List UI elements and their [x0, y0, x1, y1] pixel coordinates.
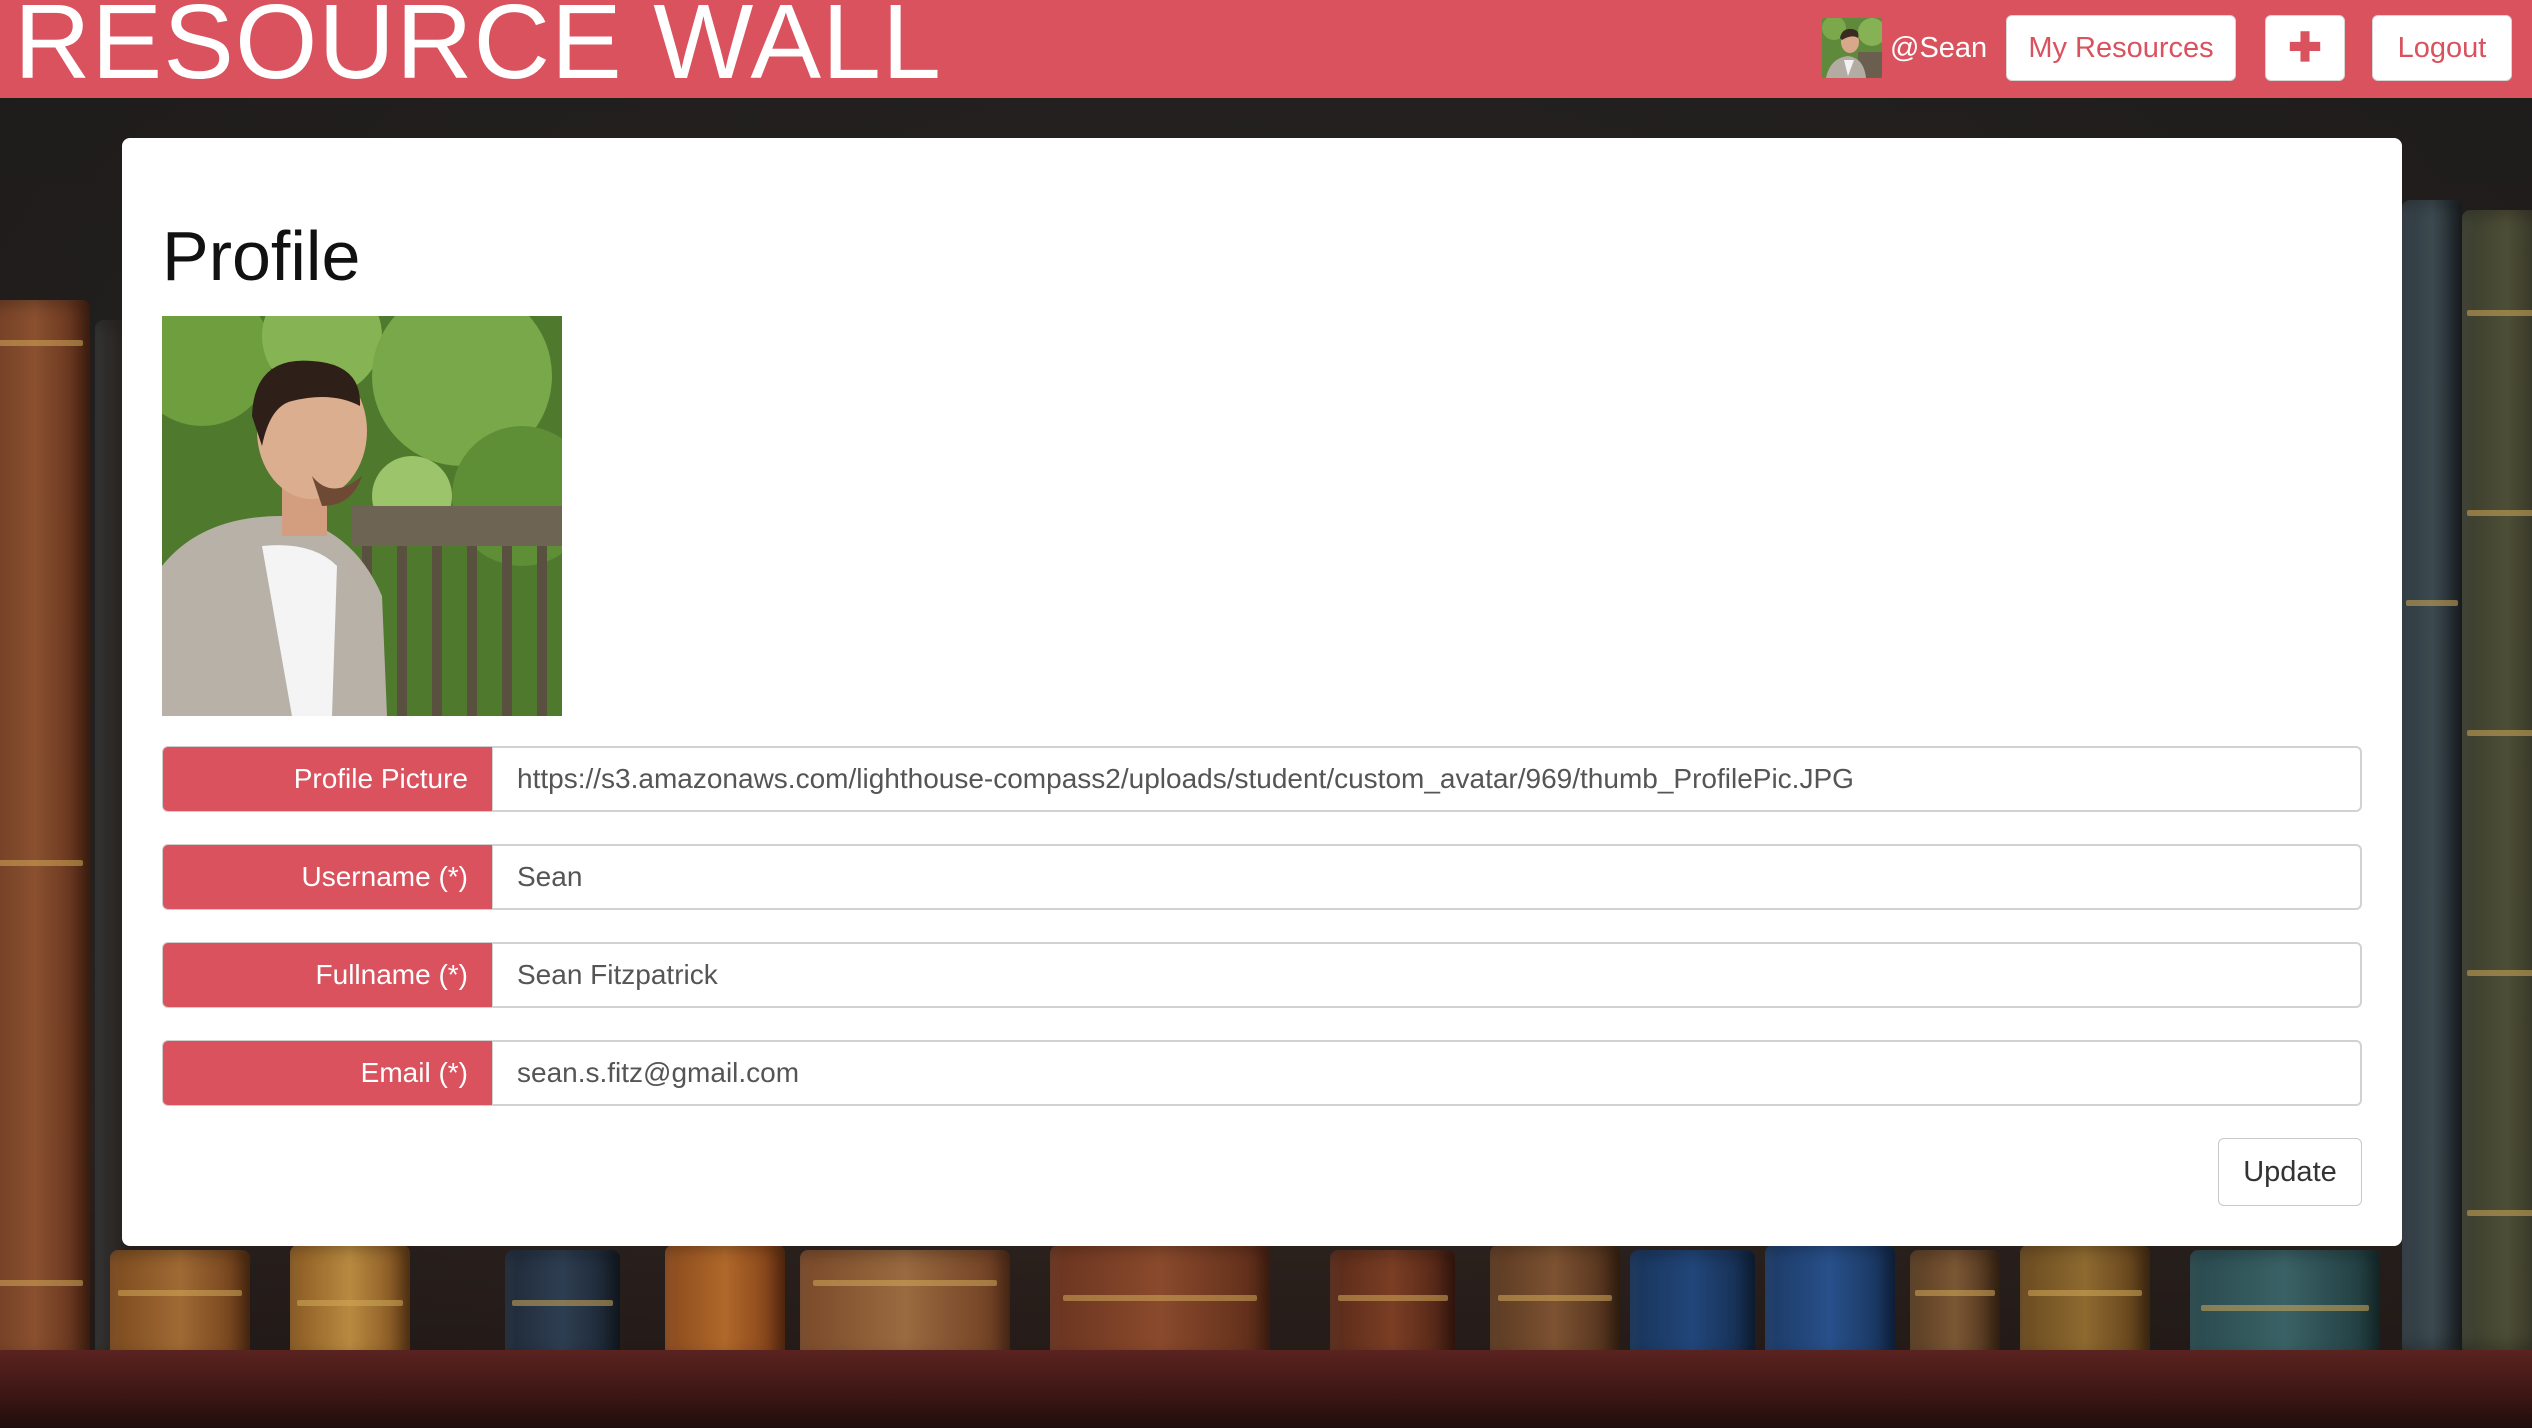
- background-book: [95, 320, 125, 1360]
- background-book: [2190, 1250, 2380, 1360]
- profile-picture-field: Profile Picture: [162, 746, 2362, 812]
- username-input[interactable]: [492, 844, 2362, 910]
- brand-title[interactable]: RESOURCE WALL: [14, 0, 942, 96]
- plus-icon: ✚: [2288, 26, 2322, 70]
- fullname-label: Fullname (*): [162, 942, 492, 1008]
- username-label: Username (*): [162, 844, 492, 910]
- background-book: [2462, 210, 2532, 1350]
- add-resource-button[interactable]: ✚: [2265, 15, 2345, 81]
- background-book: [1050, 1245, 1270, 1360]
- background-book: [505, 1250, 620, 1360]
- email-label: Email (*): [162, 1040, 492, 1106]
- background-book: [1490, 1245, 1620, 1360]
- profile-picture: [162, 316, 562, 716]
- update-button[interactable]: Update: [2218, 1138, 2362, 1206]
- background-book: [800, 1250, 1010, 1360]
- nav-user[interactable]: @Sean: [1822, 18, 1987, 78]
- background-shelf: [0, 1350, 2532, 1428]
- background-book: [1910, 1250, 2000, 1360]
- top-navbar: RESOURCE WALL @Sean My Resources ✚ Logou…: [0, 0, 2532, 98]
- profile-picture-label: Profile Picture: [162, 746, 492, 812]
- background-book: [2020, 1245, 2150, 1360]
- user-avatar[interactable]: [1822, 18, 1882, 78]
- background-book: [665, 1245, 785, 1360]
- email-input[interactable]: [492, 1040, 2362, 1106]
- fullname-field: Fullname (*): [162, 942, 2362, 1008]
- page-title: Profile: [162, 217, 361, 295]
- background-book: [2402, 200, 2462, 1350]
- nav-username[interactable]: @Sean: [1890, 32, 1987, 65]
- background-book: [110, 1250, 250, 1360]
- email-field: Email (*): [162, 1040, 2362, 1106]
- profile-card: Profile Profile Picture Username (*) Ful…: [122, 138, 2402, 1246]
- background-book: [1330, 1250, 1455, 1360]
- background-book: [290, 1245, 410, 1360]
- profile-picture-input[interactable]: [492, 746, 2362, 812]
- background-book: [0, 300, 90, 1360]
- fullname-input[interactable]: [492, 942, 2362, 1008]
- logout-button[interactable]: Logout: [2372, 15, 2512, 81]
- background-book: [1630, 1250, 1755, 1360]
- my-resources-button[interactable]: My Resources: [2006, 15, 2236, 81]
- username-field: Username (*): [162, 844, 2362, 910]
- background-book: [1765, 1245, 1895, 1360]
